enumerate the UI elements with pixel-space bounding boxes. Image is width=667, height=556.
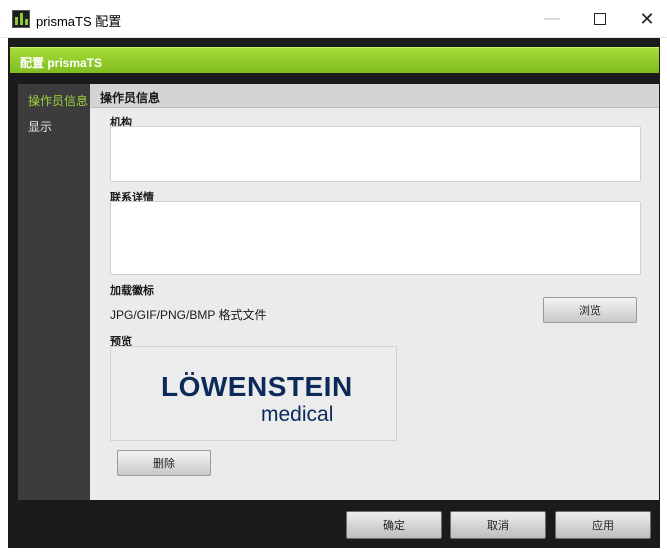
logo-preview: LÖWENSTEIN medical [110,346,397,441]
dialog-header: 配置 prismaTS [10,47,659,73]
window-title: prismaTS 配置 [36,14,122,29]
logo-name: LÖWENSTEIN [161,371,353,402]
maximize-icon [594,13,606,25]
title-bar: prismaTS 配置 — ✕ [0,0,667,38]
ok-button[interactable]: 确定 [346,511,442,539]
maximize-button[interactable] [577,0,623,38]
section-title: 操作员信息 [100,91,161,105]
close-button[interactable]: ✕ [624,0,667,38]
logo-subtitle: medical [261,403,334,426]
dialog-header-title: 配置 prismaTS [20,56,103,70]
minimize-button[interactable]: — [529,0,575,38]
browse-button[interactable]: 浏览 [543,297,637,323]
cancel-button[interactable]: 取消 [450,511,546,539]
load-logo-label: 加载徽标 [110,285,154,297]
delete-button[interactable]: 删除 [117,450,211,476]
app-icon [12,10,30,28]
logo-format-hint: JPG/GIF/PNG/BMP 格式文件 [110,308,267,322]
contact-details-field[interactable] [110,201,641,275]
apply-button[interactable]: 应用 [555,511,651,539]
sidebar-item-display[interactable]: 显示 [28,118,52,135]
sidebar-item-operator-info[interactable]: 操作员信息 [28,92,88,109]
sidebar: 操作员信息 显示 [18,84,90,500]
content-panel: 操作员信息 机构 联系详情 加载徽标 JPG/GIF/PNG/BMP 格式文件 … [90,84,659,500]
section-header: 操作员信息 [90,84,659,108]
institution-field[interactable] [110,126,641,182]
